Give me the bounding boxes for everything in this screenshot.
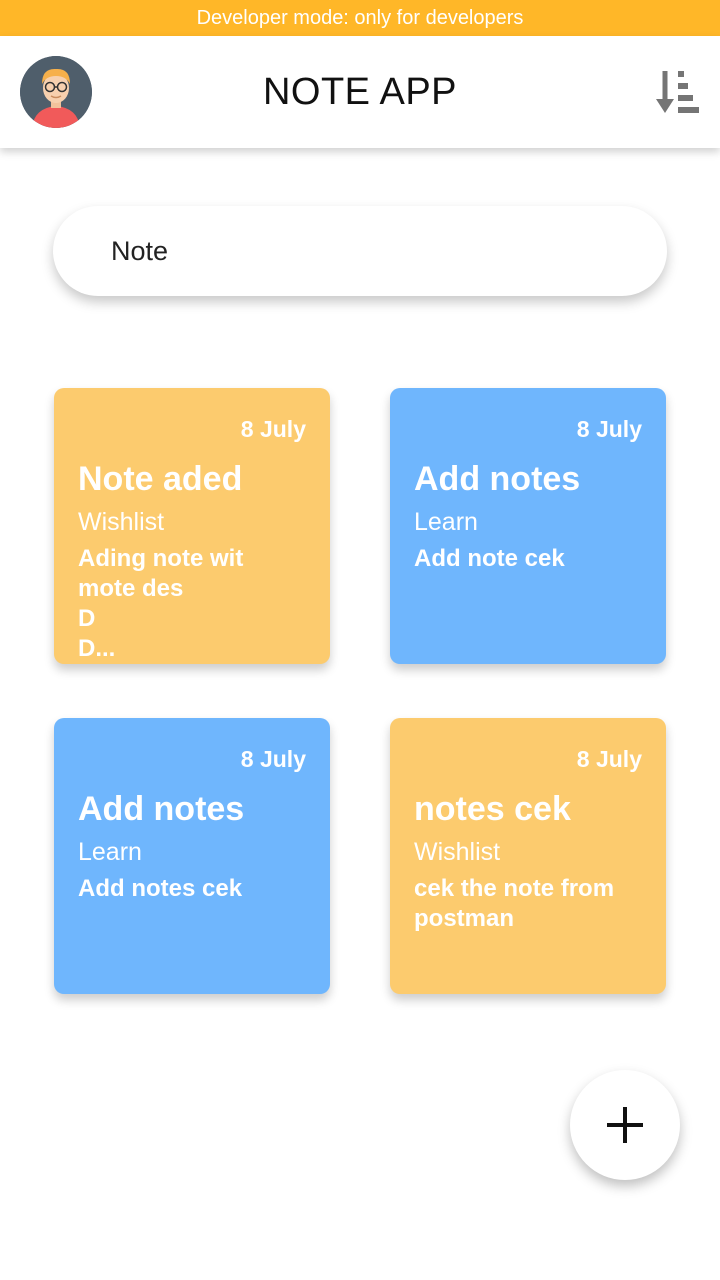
note-category: Learn <box>414 508 478 536</box>
note-date: 8 July <box>576 416 642 442</box>
note-description: Ading note wit mote des D D... <box>78 545 244 662</box>
search-input[interactable] <box>111 235 611 267</box>
note-date: 8 July <box>576 746 642 772</box>
note-date: 8 July <box>240 746 306 772</box>
sort-button[interactable] <box>654 68 702 116</box>
note-title: Add notes <box>78 790 245 828</box>
note-card[interactable]: 8 July notes cek Wishlist cek the note f… <box>390 718 666 994</box>
sort-descending-icon <box>656 71 699 113</box>
developer-mode-banner: Developer mode: only for developers <box>0 0 720 36</box>
app-title: NOTE APP <box>262 70 458 113</box>
note-card[interactable]: 8 July Add notes Learn Add notes cek <box>54 718 330 994</box>
note-card[interactable]: 8 July Add notes Learn Add note cek <box>390 388 666 664</box>
note-category: Wishlist <box>414 838 501 866</box>
note-title: Add notes <box>414 460 581 498</box>
note-title: Note aded <box>78 460 243 498</box>
developer-mode-text: Developer mode: only for developers <box>196 6 524 29</box>
note-title: notes cek <box>414 790 571 828</box>
search-box[interactable] <box>53 206 667 296</box>
note-description: Add note cek <box>414 545 565 572</box>
note-description: Add notes cek <box>78 875 243 902</box>
note-description: cek the note from postman <box>414 875 615 932</box>
note-date: 8 July <box>240 416 306 442</box>
note-card[interactable]: 8 July Note aded Wishlist Ading note wit… <box>54 388 330 664</box>
add-note-button[interactable] <box>570 1070 680 1180</box>
note-category: Wishlist <box>78 508 165 536</box>
app-bar: NOTE APP <box>0 36 720 148</box>
note-category: Learn <box>78 838 142 866</box>
plus-icon <box>607 1107 643 1143</box>
